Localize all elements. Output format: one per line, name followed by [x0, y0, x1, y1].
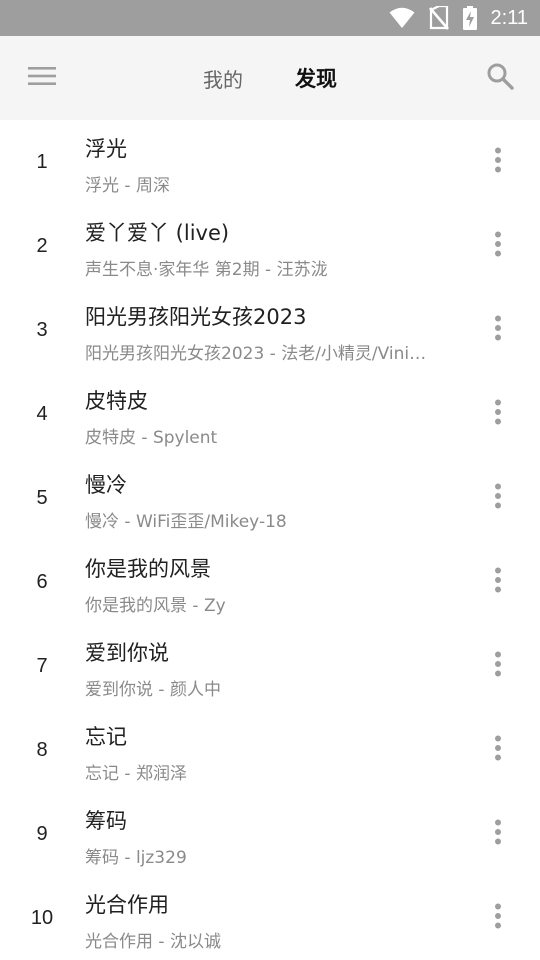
song-subtitle: 筹码 - ljz329 — [85, 848, 187, 868]
song-rank: 3 — [36, 318, 48, 341]
app-bar: 我的 发现 — [0, 36, 540, 120]
more-options-button[interactable] — [478, 226, 518, 266]
song-subtitle: 忘记 - 郑润泽 — [85, 764, 187, 784]
song-title: 慢冷 — [85, 473, 127, 497]
more-options-button[interactable] — [478, 898, 518, 938]
song-title: 光合作用 — [85, 893, 169, 917]
more-options-button[interactable] — [478, 646, 518, 686]
more-vert-icon — [494, 231, 502, 261]
song-rank: 10 — [30, 906, 54, 929]
song-rank: 5 — [36, 486, 48, 509]
search-icon — [486, 62, 514, 94]
more-options-button[interactable] — [478, 562, 518, 602]
song-row[interactable]: 1 浮光 浮光 - 周深 — [0, 120, 540, 204]
song-list: 1 浮光 浮光 - 周深 2 爱丫爱丫 (live) 声生不息·家年华 第2期 … — [0, 120, 540, 960]
more-vert-icon — [494, 399, 502, 429]
status-bar: 2:11 — [0, 0, 540, 36]
more-vert-icon — [494, 315, 502, 345]
song-row[interactable]: 6 你是我的风景 你是我的风景 - Zy — [0, 540, 540, 624]
song-subtitle: 光合作用 - 沈以诚 — [85, 932, 221, 952]
no-sim-icon — [428, 6, 449, 30]
more-options-button[interactable] — [478, 478, 518, 518]
song-subtitle: 浮光 - 周深 — [85, 176, 170, 196]
song-title: 你是我的风景 — [85, 557, 211, 581]
song-rank: 7 — [36, 654, 48, 677]
more-vert-icon — [494, 903, 502, 933]
song-row[interactable]: 7 爱到你说 爱到你说 - 颜人中 — [0, 624, 540, 708]
tab-bar: 我的 发现 — [0, 36, 540, 120]
more-vert-icon — [494, 483, 502, 513]
more-vert-icon — [494, 735, 502, 765]
song-title: 阳光男孩阳光女孩2023 — [85, 305, 307, 329]
song-subtitle: 皮特皮 - Spylent — [85, 428, 218, 448]
song-row[interactable]: 2 爱丫爱丫 (live) 声生不息·家年华 第2期 - 汪苏泷 — [0, 204, 540, 288]
menu-button[interactable] — [22, 60, 62, 96]
more-vert-icon — [494, 819, 502, 849]
tab-mine[interactable]: 我的 — [203, 64, 243, 93]
song-subtitle: 慢冷 - WiFi歪歪/Mikey-18 — [85, 512, 287, 532]
song-title: 爱丫爱丫 (live) — [85, 221, 230, 245]
more-options-button[interactable] — [478, 394, 518, 434]
song-subtitle: 你是我的风景 - Zy — [85, 596, 226, 616]
song-title: 皮特皮 — [85, 389, 148, 413]
more-vert-icon — [494, 147, 502, 177]
wifi-icon — [389, 7, 415, 29]
song-title: 爱到你说 — [85, 641, 169, 665]
song-rank: 6 — [36, 570, 48, 593]
song-row[interactable]: 5 慢冷 慢冷 - WiFi歪歪/Mikey-18 — [0, 456, 540, 540]
more-options-button[interactable] — [478, 814, 518, 854]
more-options-button[interactable] — [478, 730, 518, 770]
song-rank: 4 — [36, 402, 48, 425]
status-time: 2:11 — [490, 6, 528, 29]
song-row[interactable]: 8 忘记 忘记 - 郑润泽 — [0, 708, 540, 792]
more-options-button[interactable] — [478, 310, 518, 350]
search-button[interactable] — [482, 60, 518, 96]
song-row[interactable]: 4 皮特皮 皮特皮 - Spylent — [0, 372, 540, 456]
song-rank: 9 — [36, 822, 48, 845]
song-title: 忘记 — [85, 725, 127, 749]
song-title: 筹码 — [85, 809, 127, 833]
tab-discover[interactable]: 发现 — [295, 63, 337, 93]
more-vert-icon — [494, 651, 502, 681]
song-row[interactable]: 10 光合作用 光合作用 - 沈以诚 — [0, 876, 540, 960]
more-vert-icon — [494, 567, 502, 597]
battery-charging-icon — [462, 6, 477, 30]
song-subtitle: 爱到你说 - 颜人中 — [85, 680, 221, 700]
song-rank: 2 — [36, 234, 48, 257]
song-rank: 1 — [36, 150, 48, 173]
song-row[interactable]: 9 筹码 筹码 - ljz329 — [0, 792, 540, 876]
more-options-button[interactable] — [478, 142, 518, 182]
song-row[interactable]: 3 阳光男孩阳光女孩2023 阳光男孩阳光女孩2023 - 法老/小精灵/Vin… — [0, 288, 540, 372]
song-subtitle: 阳光男孩阳光女孩2023 - 法老/小精灵/Vini… — [85, 344, 427, 364]
song-subtitle: 声生不息·家年华 第2期 - 汪苏泷 — [85, 260, 328, 280]
menu-icon — [28, 66, 56, 90]
song-rank: 8 — [36, 738, 48, 761]
song-title: 浮光 — [85, 137, 127, 161]
